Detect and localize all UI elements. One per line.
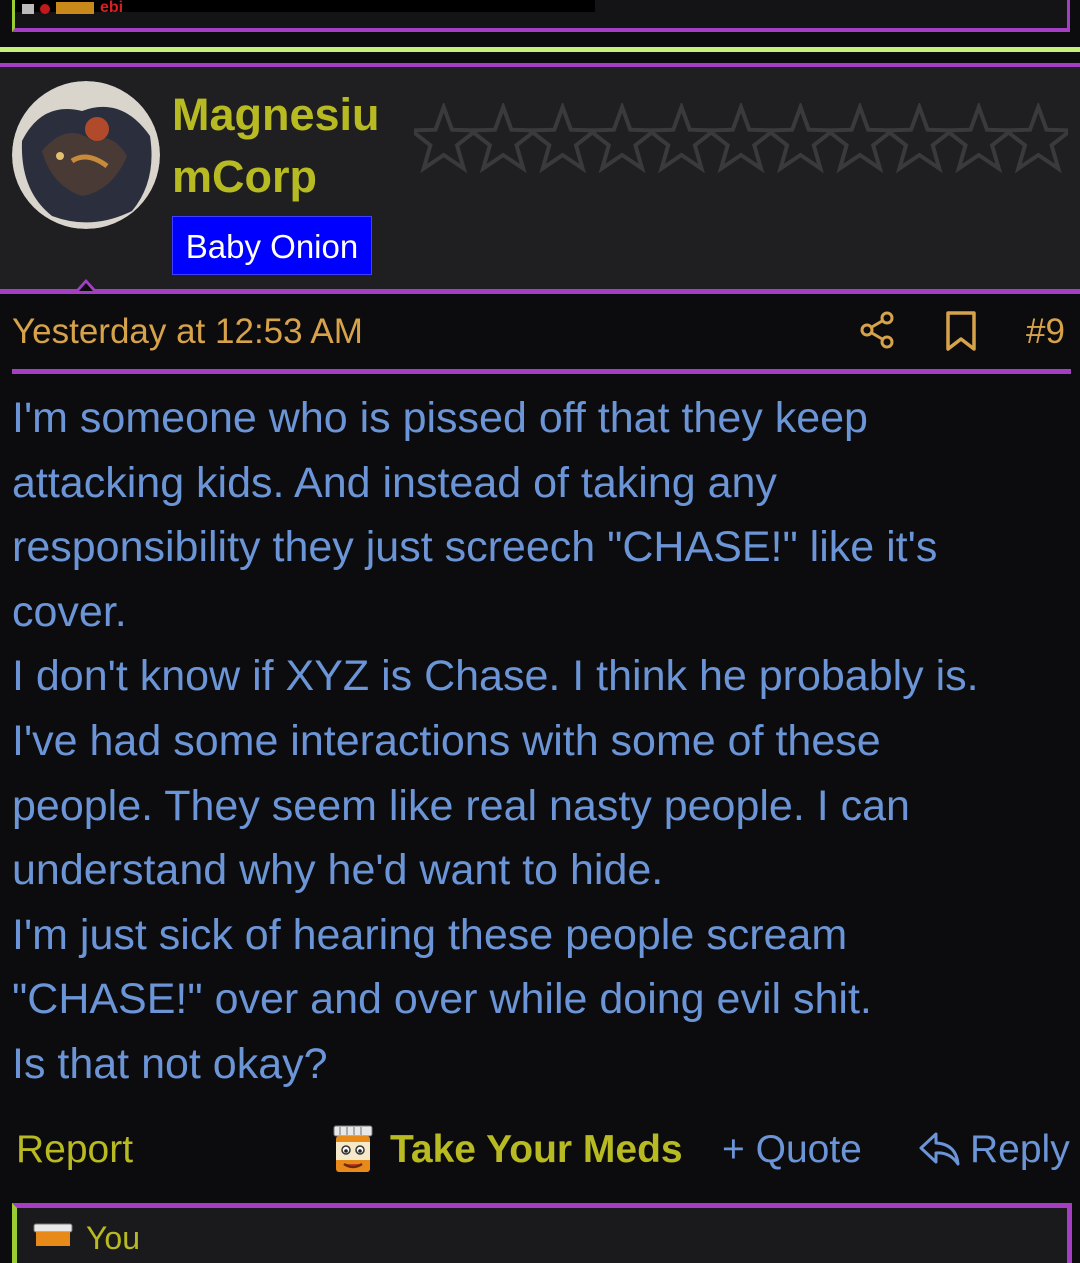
reaction-icon bbox=[40, 4, 50, 14]
previous-post-reactions[interactable]: ebi bbox=[22, 0, 123, 14]
pill-bottle-face-icon[interactable] bbox=[330, 1124, 376, 1174]
divider-purple bbox=[0, 289, 1080, 294]
post-number[interactable]: #9 bbox=[1026, 310, 1065, 354]
post-line: understand why he'd want to hide. bbox=[12, 846, 664, 895]
post-line: people. They seem like real nasty people… bbox=[12, 781, 910, 830]
post-line: responsibility they just screech "CHASE!… bbox=[12, 523, 938, 572]
rating-star-icon bbox=[940, 103, 1017, 174]
username[interactable]: Magnesiu mCorp bbox=[172, 84, 392, 208]
post-line: I don't know if XYZ is Chase. I think he… bbox=[12, 652, 979, 701]
post-line: cover. bbox=[12, 587, 127, 636]
rating-stars bbox=[414, 103, 1068, 174]
pill-bottle-face-icon bbox=[33, 1223, 73, 1246]
post-timestamp[interactable]: Yesterday at 12:53 AM bbox=[12, 310, 363, 354]
post-line: "CHASE!" over and over while doing evil … bbox=[12, 975, 872, 1024]
user-title-badge: Baby Onion bbox=[172, 216, 372, 275]
reaction-text: ebi bbox=[100, 0, 124, 14]
reaction-icon bbox=[56, 2, 94, 14]
user-header bbox=[0, 67, 1080, 289]
reaction-take-your-meds[interactable]: Take Your Meds bbox=[390, 1122, 683, 1178]
reply-button[interactable]: Reply bbox=[970, 1122, 1070, 1178]
post-line: attacking kids. And instead of taking an… bbox=[12, 458, 777, 507]
rating-star-icon bbox=[762, 103, 839, 174]
post-line: Is that not okay? bbox=[12, 1039, 328, 1088]
divider-purple bbox=[12, 369, 1071, 374]
rating-star-icon bbox=[465, 103, 542, 174]
divider-green bbox=[0, 47, 1080, 52]
share-icon[interactable] bbox=[858, 310, 898, 350]
rating-star-icon bbox=[524, 103, 601, 174]
rating-star-icon bbox=[703, 103, 779, 174]
post-body: I'm someone who is pissed off that they … bbox=[12, 386, 1074, 1097]
post-line: I'm someone who is pissed off that they … bbox=[12, 394, 868, 442]
next-post-author[interactable]: You bbox=[86, 1218, 140, 1258]
rating-star-icon bbox=[643, 103, 720, 174]
report-link[interactable]: Report bbox=[16, 1122, 133, 1178]
rating-star-icon bbox=[414, 103, 482, 174]
rating-star-icon bbox=[1000, 103, 1068, 174]
post-line: I've had some interactions with some of … bbox=[12, 716, 881, 765]
rating-star-icon bbox=[881, 103, 958, 174]
rating-star-icon bbox=[822, 103, 898, 174]
rating-star-icon bbox=[584, 103, 660, 174]
reaction-icon bbox=[22, 4, 34, 14]
next-post-box bbox=[12, 1203, 1072, 1263]
post-line: I'm just sick of hearing these people sc… bbox=[12, 910, 848, 959]
avatar[interactable] bbox=[12, 81, 160, 229]
quote-button[interactable]: + Quote bbox=[722, 1122, 862, 1178]
bookmark-icon[interactable] bbox=[942, 310, 980, 352]
reply-arrow-icon[interactable] bbox=[916, 1128, 962, 1170]
